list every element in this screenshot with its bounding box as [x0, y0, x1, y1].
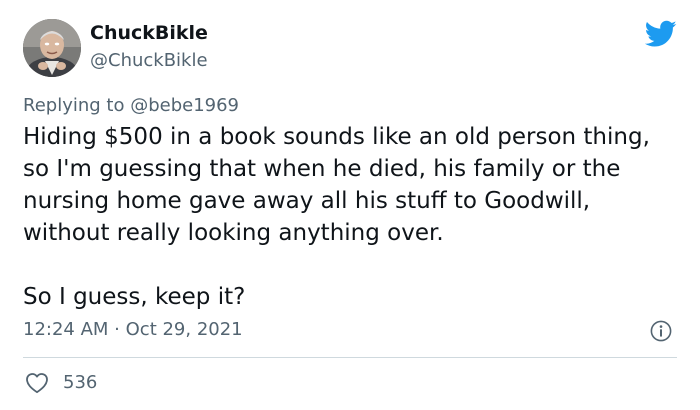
heart-icon — [26, 373, 48, 394]
author-handle[interactable]: @ChuckBikle — [90, 49, 208, 73]
tweet-card: ChuckBikle @ChuckBikle Replying to @bebe… — [0, 0, 700, 410]
avatar-photo — [23, 19, 81, 77]
twitter-bird-icon[interactable] — [645, 20, 677, 48]
avatar[interactable] — [23, 19, 81, 77]
tweet-text: Hiding $500 in a book sounds like an old… — [23, 121, 683, 313]
replying-to-label: Replying to — [23, 95, 131, 116]
tweet-time: 12:24 AM — [23, 319, 109, 340]
reply-mention-link[interactable]: @bebe1969 — [130, 95, 239, 116]
tweet-date: Oct 29, 2021 — [125, 319, 243, 340]
tweet-timestamp[interactable]: 12:24 AM · Oct 29, 2021 — [23, 318, 243, 342]
like-button[interactable]: 536 — [25, 370, 97, 396]
like-count: 536 — [63, 372, 98, 393]
meta-separator: · — [108, 319, 126, 340]
author-display-name[interactable]: ChuckBikle — [90, 21, 208, 45]
divider — [23, 357, 677, 358]
replying-to-line: Replying to @bebe1969 — [23, 94, 239, 118]
tweet-paragraph: Hiding $500 in a book sounds like an old… — [23, 124, 650, 246]
tweet-paragraph: So I guess, keep it? — [23, 284, 246, 310]
info-icon[interactable] — [650, 320, 672, 342]
